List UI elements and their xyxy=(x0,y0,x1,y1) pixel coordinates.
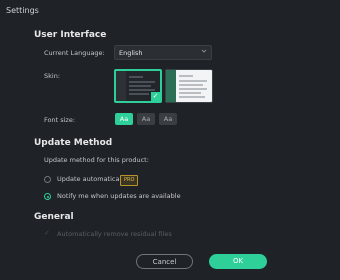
skin-light-row xyxy=(179,88,207,90)
skin-dark-row xyxy=(129,89,155,91)
update-method-subtitle: Update method for this product: xyxy=(44,156,149,164)
skin-light-row xyxy=(179,75,193,77)
checkmark-icon: ✓ xyxy=(151,92,160,101)
chevron-down-icon xyxy=(201,49,207,53)
language-label: Current Language: xyxy=(44,49,105,57)
language-value: English xyxy=(119,49,143,57)
section-user-interface: User Interface xyxy=(34,30,107,40)
radio-notify-updates[interactable] xyxy=(44,193,51,200)
notify-updates-label[interactable]: Notify me when updates are available xyxy=(57,192,181,200)
font-size-small-button[interactable]: Aa xyxy=(115,113,133,125)
font-size-large-button[interactable]: Aa xyxy=(159,113,177,125)
pro-badge: PRO xyxy=(120,175,139,186)
skin-dark-sidebar xyxy=(116,71,126,101)
skin-light-row xyxy=(179,92,201,94)
skin-label: Skin: xyxy=(44,72,61,80)
skin-light-option[interactable] xyxy=(165,69,213,103)
language-dropdown[interactable]: English xyxy=(114,45,212,60)
skin-dark-row xyxy=(129,93,149,95)
skin-dark-row xyxy=(129,81,155,83)
skin-light-row xyxy=(179,96,205,98)
skin-dark-row xyxy=(129,76,143,78)
skin-light-sidebar xyxy=(166,70,176,102)
font-size-medium-button[interactable]: Aa xyxy=(137,113,155,125)
section-general: General xyxy=(34,212,74,222)
section-update-method: Update Method xyxy=(34,138,113,148)
window-title: Settings xyxy=(6,6,39,15)
font-size-label: Font size: xyxy=(44,116,76,124)
ok-button[interactable]: OK xyxy=(209,254,267,269)
skin-dark-row xyxy=(129,85,151,87)
cancel-button[interactable]: Cancel xyxy=(136,254,193,269)
update-automatically-label[interactable]: Update automatically xyxy=(57,175,127,183)
skin-dark-option[interactable]: ✓ xyxy=(114,69,162,103)
checkmark-icon: ✓ xyxy=(44,230,50,237)
auto-remove-residual-label: Automatically remove residual files xyxy=(57,230,172,238)
skin-light-row xyxy=(179,84,203,86)
skin-light-row xyxy=(179,80,207,82)
general-option-row[interactable]: ✓ Automatically remove residual files xyxy=(44,230,244,238)
settings-window: Settings User Interface Current Language… xyxy=(0,0,340,280)
radio-update-automatically[interactable] xyxy=(44,176,51,183)
